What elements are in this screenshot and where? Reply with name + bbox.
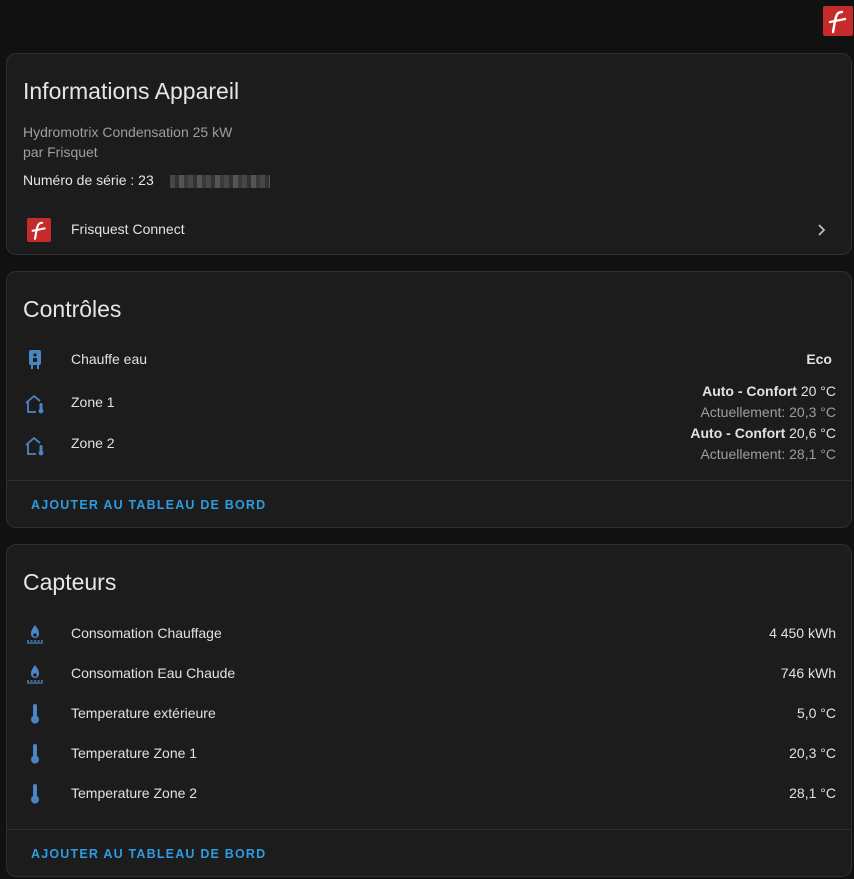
control-mode: Auto - Confort <box>690 425 786 441</box>
control-value: Eco <box>806 351 832 367</box>
sensor-label: Temperature Zone 1 <box>71 745 198 761</box>
control-zone-2[interactable]: Zone 2 Auto - Confort 20,6 °C Actuelleme… <box>7 422 851 464</box>
control-zone-1[interactable]: Zone 1 Auto - Confort 20 °C Actuellement… <box>7 380 851 422</box>
water-heater-icon <box>23 348 47 372</box>
card-title: Contrôles <box>23 296 122 322</box>
frisquet-logo-icon <box>823 6 853 36</box>
control-mode: Auto - Confort <box>702 383 797 399</box>
integration-link[interactable]: Frisquest Connect <box>7 210 851 250</box>
sensor-value: 4 450 kWh <box>769 625 836 641</box>
sensor-label: Consomation Chauffage <box>71 625 222 641</box>
sensor-value: 20,3 °C <box>789 745 836 761</box>
serial-label: Numéro de série : 23 <box>23 172 154 188</box>
control-label: Zone 1 <box>71 394 115 410</box>
sensor-row[interactable]: Consomation Eau Chaude 746 kWh <box>7 654 851 694</box>
sensor-row[interactable]: Temperature Zone 1 20,3 °C <box>7 734 851 774</box>
controls-card: Contrôles Chauffe eau Eco Zone 1 Auto - … <box>6 271 852 528</box>
control-label: Chauffe eau <box>71 351 148 367</box>
sensor-row[interactable]: Consomation Chauffage 4 450 kWh <box>7 614 851 654</box>
water-boiler-icon <box>23 622 47 646</box>
thermometer-icon <box>23 702 47 726</box>
add-to-dashboard-button[interactable]: AJOUTER AU TABLEAU DE BORD <box>31 847 266 861</box>
thermometer-icon <box>23 742 47 766</box>
sensor-value: 28,1 °C <box>789 785 836 801</box>
card-title: Informations Appareil <box>23 78 240 104</box>
device-manufacturer: par Frisquet <box>23 144 98 160</box>
sensor-value: 746 kWh <box>780 665 836 681</box>
control-current: Actuellement: 20,3 °C <box>700 404 836 420</box>
frisquet-logo-icon <box>27 218 51 242</box>
home-thermometer-icon <box>23 434 47 458</box>
device-model: Hydromotrix Condensation 25 kW <box>23 124 233 140</box>
sensor-value: 5,0 °C <box>796 705 836 721</box>
thermometer-icon <box>23 782 47 806</box>
control-water-heater[interactable]: Chauffe eau Eco <box>7 340 851 380</box>
chevron-right-icon <box>813 222 829 238</box>
sensors-card: Capteurs Consomation Chauffage 4 450 kWh… <box>6 544 852 877</box>
add-to-dashboard-button[interactable]: AJOUTER AU TABLEAU DE BORD <box>31 498 266 512</box>
device-info-card: Informations Appareil Hydromotrix Conden… <box>6 53 852 255</box>
home-thermometer-icon <box>23 392 47 416</box>
sensor-label: Temperature Zone 2 <box>71 785 198 801</box>
control-state: Auto - Confort 20,6 °C <box>690 425 836 441</box>
sensor-row[interactable]: Temperature Zone 2 28,1 °C <box>7 774 851 814</box>
card-title: Capteurs <box>23 569 117 595</box>
sensor-row[interactable]: Temperature extérieure 5,0 °C <box>7 694 851 734</box>
serial-number: Numéro de série : 23 <box>23 172 283 192</box>
serial-redacted <box>170 175 270 188</box>
divider <box>7 480 851 481</box>
divider <box>7 829 851 830</box>
control-state: Auto - Confort 20 °C <box>702 383 836 399</box>
control-setpoint: 20 °C <box>800 383 836 399</box>
water-boiler-icon <box>23 662 47 686</box>
sensor-label: Consomation Eau Chaude <box>71 665 236 681</box>
control-setpoint: 20,6 °C <box>789 425 836 441</box>
integration-label: Frisquest Connect <box>71 221 185 237</box>
control-label: Zone 2 <box>71 435 115 451</box>
sensor-label: Temperature extérieure <box>71 705 216 721</box>
control-current: Actuellement: 28,1 °C <box>700 446 836 462</box>
